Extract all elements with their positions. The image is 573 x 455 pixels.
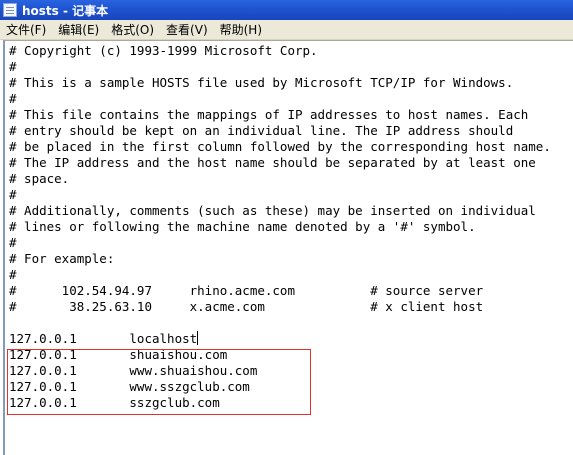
text-line: # Copyright (c) 1993-1999 Microsoft Corp…	[9, 43, 551, 59]
line-text: 127.0.0.1 localhost	[9, 331, 198, 346]
text-line: 127.0.0.1 www.shuaishou.com	[9, 363, 551, 379]
text-line: #	[9, 267, 551, 283]
text-line: # This is a sample HOSTS file used by Mi…	[9, 75, 551, 91]
window-title: hosts - 记事本	[22, 3, 109, 18]
text-line: # For example:	[9, 251, 551, 267]
line-text: # be placed in the first column followed…	[9, 139, 551, 154]
menu-edit[interactable]: 编辑(E)	[52, 21, 105, 38]
line-text: # space.	[9, 171, 70, 186]
line-text: # Copyright (c) 1993-1999 Microsoft Corp…	[9, 43, 318, 58]
editor-content: # Copyright (c) 1993-1999 Microsoft Corp…	[9, 43, 551, 411]
line-text: 127.0.0.1 shuaishou.com	[9, 347, 228, 362]
text-line: # Additionally, comments (such as these)…	[9, 203, 551, 219]
line-text: #	[9, 235, 17, 250]
line-text: 127.0.0.1 sszgclub.com	[9, 395, 220, 410]
menu-bar: 文件(F) 编辑(E) 格式(O) 查看(V) 帮助(H)	[0, 20, 573, 40]
line-text: # 38.25.63.10 x.acme.com # x client host	[9, 299, 484, 314]
text-line: 127.0.0.1 shuaishou.com	[9, 347, 551, 363]
line-text: # 102.54.94.97 rhino.acme.com # source s…	[9, 283, 484, 298]
line-text: # lines or following the machine name de…	[9, 219, 476, 234]
notepad-window: hosts - 记事本 文件(F) 编辑(E) 格式(O) 查看(V) 帮助(H…	[0, 0, 573, 455]
text-line: # entry should be kept on an individual …	[9, 123, 551, 139]
line-text: # This file contains the mappings of IP …	[9, 107, 529, 122]
text-line: #	[9, 235, 551, 251]
menu-format[interactable]: 格式(O)	[105, 21, 160, 38]
line-text: #	[9, 187, 17, 202]
text-caret	[197, 331, 199, 345]
text-line: # space.	[9, 171, 551, 187]
line-text: 127.0.0.1 www.shuaishou.com	[9, 363, 258, 378]
text-line: 127.0.0.1 localhost	[9, 331, 551, 347]
text-line: # This file contains the mappings of IP …	[9, 107, 551, 123]
line-text: # The IP address and the host name shoul…	[9, 155, 536, 170]
text-line: 127.0.0.1 sszgclub.com	[9, 395, 551, 411]
title-bar[interactable]: hosts - 记事本	[0, 0, 573, 20]
notepad-icon[interactable]	[3, 3, 17, 17]
line-text: #	[9, 267, 17, 282]
line-text: # Additionally, comments (such as these)…	[9, 203, 536, 218]
text-line: # lines or following the machine name de…	[9, 219, 551, 235]
text-line: #	[9, 187, 551, 203]
text-line: 127.0.0.1 www.sszgclub.com	[9, 379, 551, 395]
text-editor[interactable]: # Copyright (c) 1993-1999 Microsoft Corp…	[3, 40, 573, 455]
menu-view[interactable]: 查看(V)	[160, 21, 214, 38]
line-text: # For example:	[9, 251, 115, 266]
text-line: # The IP address and the host name shoul…	[9, 155, 551, 171]
line-text: #	[9, 59, 17, 74]
line-text: # entry should be kept on an individual …	[9, 123, 514, 138]
text-line: #	[9, 91, 551, 107]
line-text: #	[9, 91, 17, 106]
text-line: # 38.25.63.10 x.acme.com # x client host	[9, 299, 551, 315]
text-line: #	[9, 59, 551, 75]
text-line: # be placed in the first column followed…	[9, 139, 551, 155]
line-text: # This is a sample HOSTS file used by Mi…	[9, 75, 514, 90]
menu-help[interactable]: 帮助(H)	[214, 21, 268, 38]
menu-file[interactable]: 文件(F)	[0, 21, 52, 38]
text-line: # 102.54.94.97 rhino.acme.com # source s…	[9, 283, 551, 299]
line-text: 127.0.0.1 www.sszgclub.com	[9, 379, 250, 394]
text-line	[9, 315, 551, 331]
